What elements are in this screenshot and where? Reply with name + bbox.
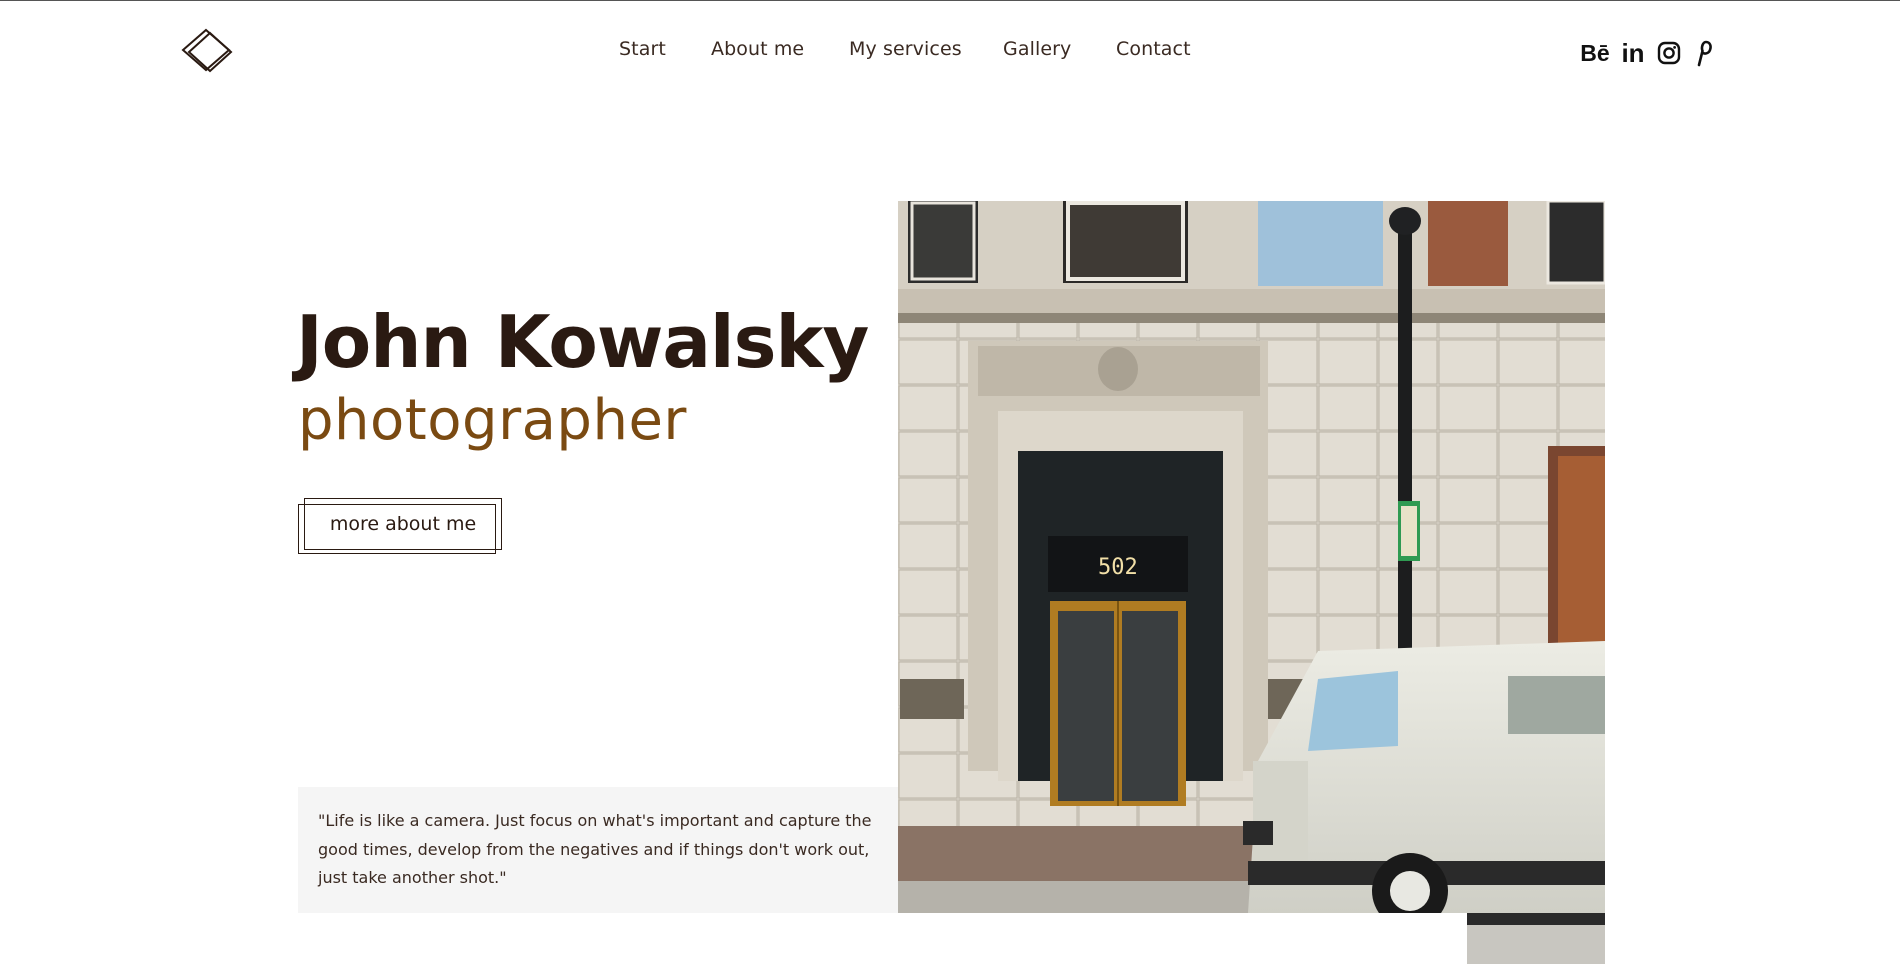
pinterest-icon[interactable]	[1688, 36, 1718, 70]
nav-item-about-me[interactable]: About me	[711, 38, 804, 60]
quote-box: "Life is like a camera. Just focus on wh…	[298, 787, 898, 913]
site-header: Start About me My services Gallery Conta…	[0, 0, 1900, 100]
photo-sidewalk-tail	[1467, 913, 1605, 964]
button-label: more about me	[304, 498, 502, 550]
hero-photo: 502	[898, 201, 1605, 913]
behance-icon[interactable]: Bē	[1578, 36, 1612, 70]
nav-item-my-services[interactable]: My services	[849, 38, 962, 60]
linkedin-icon[interactable]: in	[1618, 36, 1648, 70]
instagram-icon[interactable]	[1654, 36, 1684, 70]
nav-item-contact[interactable]: Contact	[1116, 38, 1191, 60]
main-nav: Start About me My services Gallery Conta…	[0, 38, 1900, 68]
nav-item-start[interactable]: Start	[619, 38, 666, 60]
quote-text: "Life is like a camera. Just focus on wh…	[318, 811, 872, 887]
hero-name: John Kowalsky	[296, 300, 869, 384]
door-number: 502	[1098, 555, 1138, 580]
nav-item-gallery[interactable]: Gallery	[1003, 38, 1071, 60]
more-about-me-button[interactable]: more about me	[298, 497, 504, 559]
hero-role: photographer	[298, 388, 687, 453]
